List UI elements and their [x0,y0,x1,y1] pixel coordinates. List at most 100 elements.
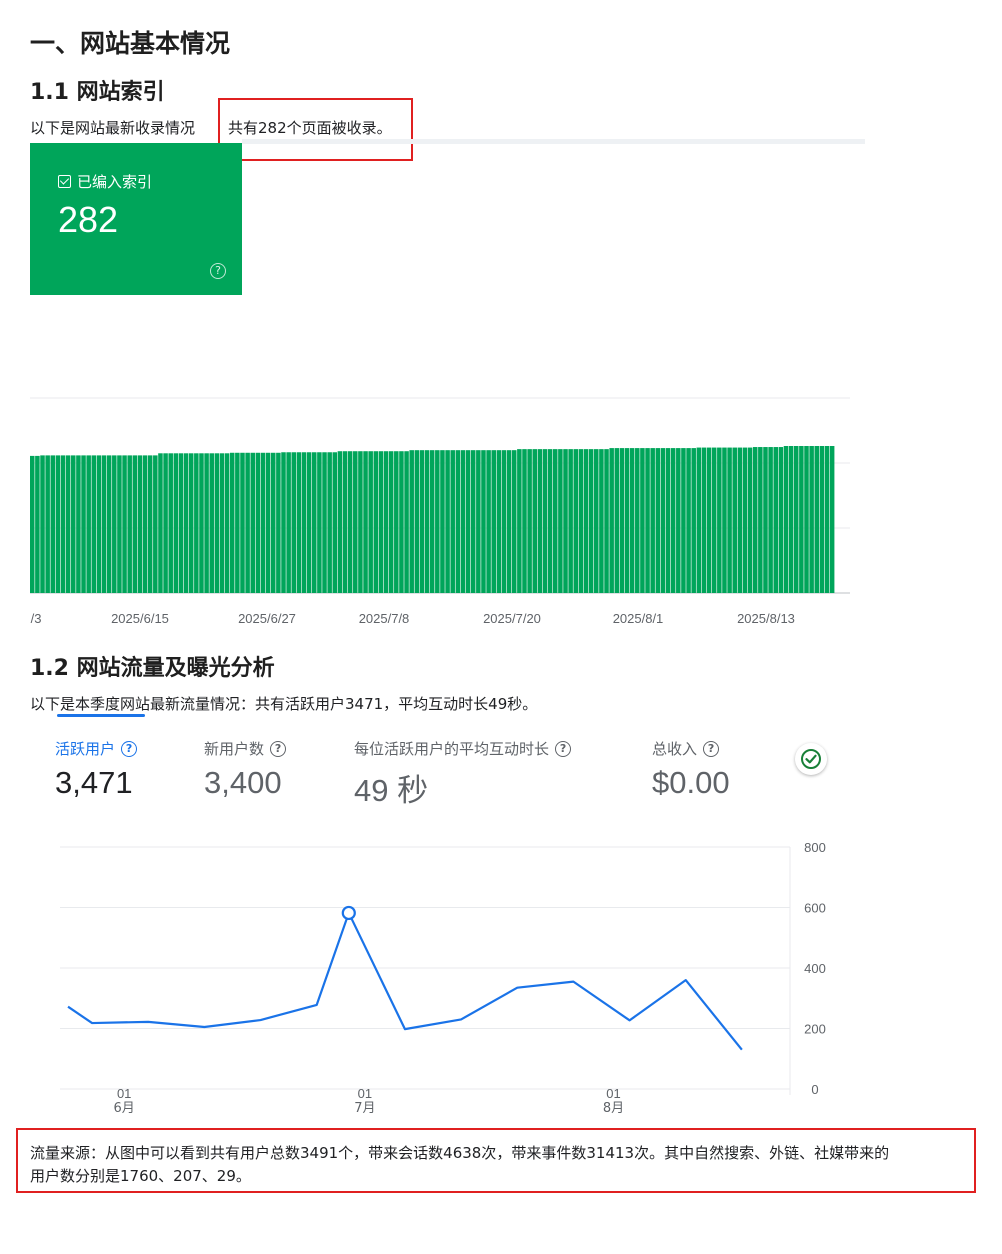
bar[interactable] [681,448,686,593]
bar[interactable] [250,452,256,593]
bar[interactable] [655,448,661,593]
bar[interactable] [717,447,722,593]
bar[interactable] [440,450,445,593]
bar[interactable] [558,449,563,593]
bar[interactable] [455,450,461,593]
bar[interactable] [291,452,297,593]
bar[interactable] [496,450,502,593]
bar[interactable] [127,455,132,593]
bar[interactable] [435,450,440,593]
bar[interactable] [793,446,799,593]
bar[interactable] [491,450,496,593]
bar[interactable] [737,447,743,593]
bar[interactable] [45,455,50,593]
bar[interactable] [183,453,189,593]
bar[interactable] [578,449,584,593]
bar[interactable] [537,449,543,593]
bar[interactable] [132,455,138,593]
bar[interactable] [465,450,471,593]
bar[interactable] [629,448,635,593]
bar[interactable] [270,452,276,593]
bar[interactable] [188,453,194,593]
bar[interactable] [240,452,245,593]
bar[interactable] [547,449,553,593]
bar[interactable] [265,452,271,593]
bar[interactable] [322,452,327,593]
help-circle-icon[interactable]: ? [270,740,287,757]
bar[interactable] [388,451,394,593]
bar[interactable] [342,451,348,593]
bar[interactable] [686,448,691,593]
bar[interactable] [552,449,558,593]
bar[interactable] [86,455,91,593]
bar[interactable] [255,452,261,593]
bar[interactable] [506,450,512,593]
bar[interactable] [568,449,573,593]
bar[interactable] [122,455,127,593]
bar[interactable] [117,455,122,593]
bar[interactable] [65,455,71,593]
metric-tab-new-users[interactable]: 新用户数 ? 3,400 [204,738,287,801]
bar[interactable] [419,450,425,593]
bar[interactable] [594,449,599,593]
bar[interactable] [476,450,481,593]
bar[interactable] [229,452,235,593]
bar[interactable] [96,455,102,593]
bar[interactable] [809,446,814,593]
bar[interactable] [727,447,732,593]
bar[interactable] [788,446,794,593]
bar[interactable] [306,452,312,593]
bar[interactable] [532,449,538,593]
bar[interactable] [701,447,707,593]
help-circle-icon[interactable]: ? [703,740,720,757]
bar[interactable] [219,453,225,593]
bar[interactable] [645,448,650,593]
bar[interactable] [40,455,45,593]
bar[interactable] [81,455,86,593]
bar[interactable] [619,448,625,593]
bar[interactable] [640,448,645,593]
bar[interactable] [650,448,655,593]
bar[interactable] [55,455,61,593]
bar[interactable] [778,447,784,593]
bar[interactable] [470,450,476,593]
bar[interactable] [327,452,332,593]
indexed-pages-card[interactable]: 已编入索引 282 ? [30,143,242,295]
bar[interactable] [486,450,491,593]
bar[interactable] [660,448,666,593]
bar[interactable] [414,450,420,593]
bar[interactable] [137,455,143,593]
bar[interactable] [373,451,379,593]
bar[interactable] [378,451,384,593]
bar[interactable] [691,448,696,593]
bar[interactable] [722,447,727,593]
bar[interactable] [317,452,322,593]
bar[interactable] [527,449,532,593]
bar[interactable] [214,453,220,593]
bar[interactable] [158,453,163,593]
bar[interactable] [696,447,702,593]
bar[interactable] [60,455,66,593]
bar[interactable] [281,452,286,593]
bar[interactable] [706,447,712,593]
bar[interactable] [301,452,307,593]
bar[interactable] [276,452,281,593]
data-status-indicator[interactable] [795,743,827,775]
bar[interactable] [30,455,35,593]
bar[interactable] [614,448,620,593]
bar[interactable] [752,447,758,593]
bar[interactable] [142,455,148,593]
bar[interactable] [409,450,414,593]
help-circle-icon[interactable]: ? [555,740,572,757]
bar[interactable] [522,449,527,593]
bar[interactable] [773,447,778,593]
bar[interactable] [747,447,753,593]
bar[interactable] [445,450,450,593]
bar[interactable] [71,455,76,593]
help-circle-icon[interactable]: ? [210,263,226,279]
bar[interactable] [665,448,671,593]
bar[interactable] [332,452,338,593]
bar[interactable] [563,449,568,593]
bar[interactable] [178,453,184,593]
bar[interactable] [337,451,343,593]
